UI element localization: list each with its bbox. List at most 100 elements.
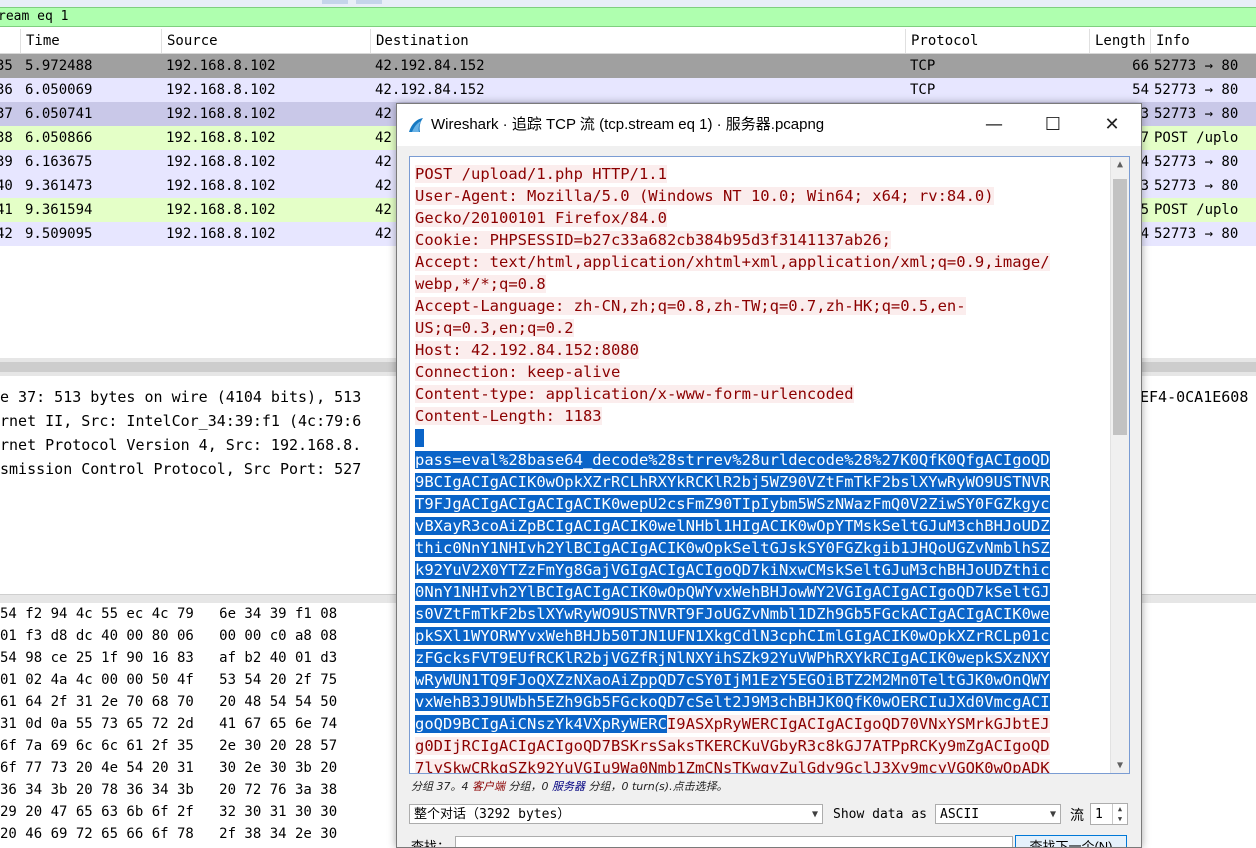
stream-line[interactable]: Accept: text/html,application/xhtml+xml,… (415, 251, 1105, 273)
stream-line[interactable]: 9BCIgACIgACIK0wOpkXZrRCLhRXYkRCKlR2bj5WZ… (415, 471, 1105, 493)
toolbar-button[interactable] (356, 0, 382, 4)
stream-line[interactable]: vxWehB3J9UWbh5EZh9Gb5FGckoQD7cSelt2J9M3c… (415, 691, 1105, 713)
scrollbar-thumb[interactable] (1113, 179, 1127, 435)
stream-line[interactable] (415, 427, 1105, 449)
status-client-label: 客户端 (472, 780, 505, 793)
conversation-select[interactable]: 整个对话（3292 bytes） ▼ (409, 804, 823, 824)
stream-line[interactable]: POST /upload/1.php HTTP/1.1 (415, 163, 1105, 185)
detail-tcp-line[interactable]: smission Control Protocol, Src Port: 527 (0, 457, 361, 481)
stream-line[interactable]: Gecko/20100101 Firefox/84.0 (415, 207, 1105, 229)
packet-source: 192.168.8.102 (166, 130, 276, 146)
stream-line[interactable]: 0NnY1NHIvh2YlBCIgACIgACIK0wOpQWYvxWehBHJ… (415, 581, 1105, 603)
column-header-no[interactable] (0, 29, 21, 53)
packet-destination: 42 (375, 178, 392, 194)
stream-line[interactable]: US;q=0.3,en;q=0.2 (415, 317, 1105, 339)
stream-line[interactable]: g0DIjRCIgACIgACIgoQD7BSKrsSaksTKERCKuVGb… (415, 735, 1105, 757)
stream-line[interactable]: User-Agent: Mozilla/5.0 (Windows NT 10.0… (415, 185, 1105, 207)
detail-right-fragment: EF4-0CA1E608 (1140, 388, 1249, 406)
stream-line[interactable]: Cookie: PHPSESSID=b27c33a682cb384b95d3f3… (415, 229, 1105, 251)
hex-line[interactable]: 31 0d 0a 55 73 65 72 2d 41 67 65 6e 74 (0, 713, 337, 735)
stream-line[interactable]: Host: 42.192.84.152:8080 (415, 339, 1105, 361)
stream-number-spinbox[interactable]: 1 ▲ ▼ (1090, 803, 1128, 825)
packet-source: 192.168.8.102 (166, 154, 276, 170)
stream-line[interactable]: vBXayR3coAiZpBCIgACIgACIK0welNHbl1HIgACI… (415, 515, 1105, 537)
spin-down-icon[interactable]: ▼ (1113, 814, 1127, 824)
find-label: 查找： (411, 839, 451, 847)
packet-row[interactable]: 35 5.972488 192.168.8.102 42.192.84.152 TCP 5… (0, 54, 1256, 78)
stream-text[interactable]: POST /upload/1.php HTTP/1.1 User-Agent: M… (415, 163, 1105, 773)
column-header-protocol[interactable]: Protocol (906, 29, 1090, 53)
display-filter-bar[interactable]: ream eq 1 (0, 7, 1256, 27)
hex-line[interactable]: 54 98 ce 25 1f 90 16 83 af b2 40 01 d3 (0, 647, 337, 669)
stream-line[interactable]: zFGcksFVT9EUfRCKlR2bjVGZfRjNlNXYihSZk92Y… (415, 647, 1105, 669)
stream-line[interactable]: Accept-Language: zh-CN,zh;q=0.8,zh-TW;q=… (415, 295, 1105, 317)
stream-line[interactable]: 7lySkwCRkgSZk92YuVGIu9Wa0Nmb1ZmCNsTKwgyZ… (415, 757, 1105, 773)
wireshark-fin-icon (409, 118, 423, 132)
spin-arrows[interactable]: ▲ ▼ (1112, 804, 1127, 824)
packet-time: 9.509095 (25, 226, 93, 242)
hex-line[interactable]: 6f 77 73 20 4e 54 20 31 30 2e 30 3b 20 (0, 757, 337, 779)
selected-text: pkSXl1WYORWYvxWehBHJb50TJN1UFN1XkgCdlN3c… (415, 627, 1050, 645)
close-button[interactable]: ✕ (1083, 104, 1141, 146)
detail-ethernet-line[interactable]: rnet II, Src: IntelCor_34:39:f1 (4c:79:6 (0, 409, 361, 433)
column-header-info[interactable]: Info (1151, 29, 1256, 53)
selected-text: goQD9BCIgAiCNszYk4VXpRyWERC (415, 715, 667, 733)
column-header-time[interactable]: Time (21, 29, 162, 53)
packet-number: 38 (0, 130, 13, 146)
stream-line[interactable]: wRyWUN1TQ9FJoQXZzNXaoAiZppQD7cSY0IjM1EzY… (415, 669, 1105, 691)
selected-text: k92YuV2X0YTZzFmYg8GajVGIgACIgACIgoQD7kiN… (415, 561, 1050, 579)
scroll-up-icon[interactable]: ▲ (1111, 159, 1129, 170)
hex-line[interactable]: 54 f2 94 4c 55 ec 4c 79 6e 34 39 f1 08 (0, 603, 337, 625)
spin-up-icon[interactable]: ▲ (1113, 804, 1127, 814)
hex-line[interactable]: 6f 7a 69 6c 6c 61 2f 35 2e 30 20 28 57 (0, 735, 337, 757)
stream-line[interactable]: Content-Length: 1183 (415, 405, 1105, 427)
vertical-scrollbar[interactable]: ▲ ▼ (1110, 157, 1129, 773)
stream-line[interactable]: pass=eval%28base64_decode%28strrev%28url… (415, 449, 1105, 471)
packet-row[interactable]: 36 6.050069 192.168.8.102 42.192.84.152 TCP 5… (0, 78, 1256, 102)
find-input[interactable] (455, 836, 1013, 847)
stream-line[interactable]: s0VZtFmTkF2bslXYwRyWO9USTNVRT9FJoUGZvNmb… (415, 603, 1105, 625)
scroll-down-icon[interactable]: ▼ (1111, 760, 1129, 771)
stream-line[interactable]: T9FJgACIgACIgACIgACIK0wepU2csFmZ90TIpIyb… (415, 493, 1105, 515)
show-data-as-select[interactable]: ASCII ▼ (935, 804, 1061, 824)
stream-content-area[interactable]: POST /upload/1.php HTTP/1.1 User-Agent: M… (409, 156, 1130, 774)
hex-line[interactable]: 01 02 4a 4c 00 00 50 4f 53 54 20 2f 75 (0, 669, 337, 691)
minimize-button[interactable]: — (965, 104, 1023, 146)
stream-line[interactable]: webp,*/*;q=0.8 (415, 273, 1105, 295)
stream-line[interactable]: thic0NnY1NHIvh2YlBCIgACIgACIK0wOpkSeltGJ… (415, 537, 1105, 559)
hex-line[interactable]: 20 46 69 72 65 66 6f 78 2f 38 34 2e 30 (0, 823, 337, 845)
column-header-source[interactable]: Source (162, 29, 371, 53)
stream-line[interactable]: k92YuV2X0YTZzFmYg8GajVGIgACIgACIgoQD7kiN… (415, 559, 1105, 581)
display-filter-text: ream eq 1 (0, 9, 69, 24)
packet-destination: 42 (375, 202, 392, 218)
detail-frame-line[interactable]: e 37: 513 bytes on wire (4104 bits), 513 (0, 385, 361, 409)
column-header-length[interactable]: Length (1090, 29, 1151, 53)
packet-number: 41 (0, 202, 13, 218)
toolbar-button[interactable] (322, 0, 348, 4)
maximize-button[interactable]: ☐ (1024, 104, 1082, 146)
detail-ip-line[interactable]: rnet Protocol Version 4, Src: 192.168.8. (0, 433, 361, 457)
packet-number: 40 (0, 178, 13, 194)
packet-length: 54 (1132, 82, 1149, 98)
packet-info: 52773 → 80 (1154, 226, 1239, 242)
selected-text: thic0NnY1NHIvh2YlBCIgACIgACIK0wOpkSeltGJ… (415, 539, 1050, 557)
hex-line[interactable]: 29 20 47 65 63 6b 6f 2f 32 30 31 30 30 (0, 801, 337, 823)
packet-length: 66 (1132, 58, 1149, 74)
stream-number-label: 流 (1070, 807, 1084, 823)
show-data-as-label: Show data as (833, 807, 927, 822)
hex-line[interactable]: 01 f3 d8 dc 40 00 80 06 00 00 c0 a8 08 (0, 625, 337, 647)
selected-text (415, 429, 425, 447)
stream-line[interactable]: goQD9BCIgAiCNszYk4VXpRyWERCI9ASXpRyWERCI… (415, 713, 1105, 735)
find-next-button[interactable]: 查找下一个(N) (1015, 835, 1127, 847)
stream-line[interactable]: Content-type: application/x-www-form-url… (415, 383, 1105, 405)
status-server-label: 服务器 (552, 780, 585, 793)
maximize-icon: ☐ (1044, 114, 1062, 135)
stream-line[interactable]: pkSXl1WYORWYvxWehBHJb50TJN1UFN1XkgCdlN3c… (415, 625, 1105, 647)
hex-line[interactable]: 36 34 3b 20 78 36 34 3b 20 72 76 3a 38 (0, 779, 337, 801)
dialog-title-bar[interactable]: Wireshark · 追踪 TCP 流 (tcp.stream eq 1) ·… (397, 104, 1141, 146)
hex-line[interactable]: 61 64 2f 31 2e 70 68 70 20 48 54 54 50 (0, 691, 337, 713)
column-header-destination[interactable]: Destination (371, 29, 906, 53)
packet-protocol: TCP (910, 58, 936, 74)
stream-line[interactable]: Connection: keep-alive (415, 361, 1105, 383)
client-text: Accept: text/html,application/xhtml+xml,… (415, 253, 1050, 271)
